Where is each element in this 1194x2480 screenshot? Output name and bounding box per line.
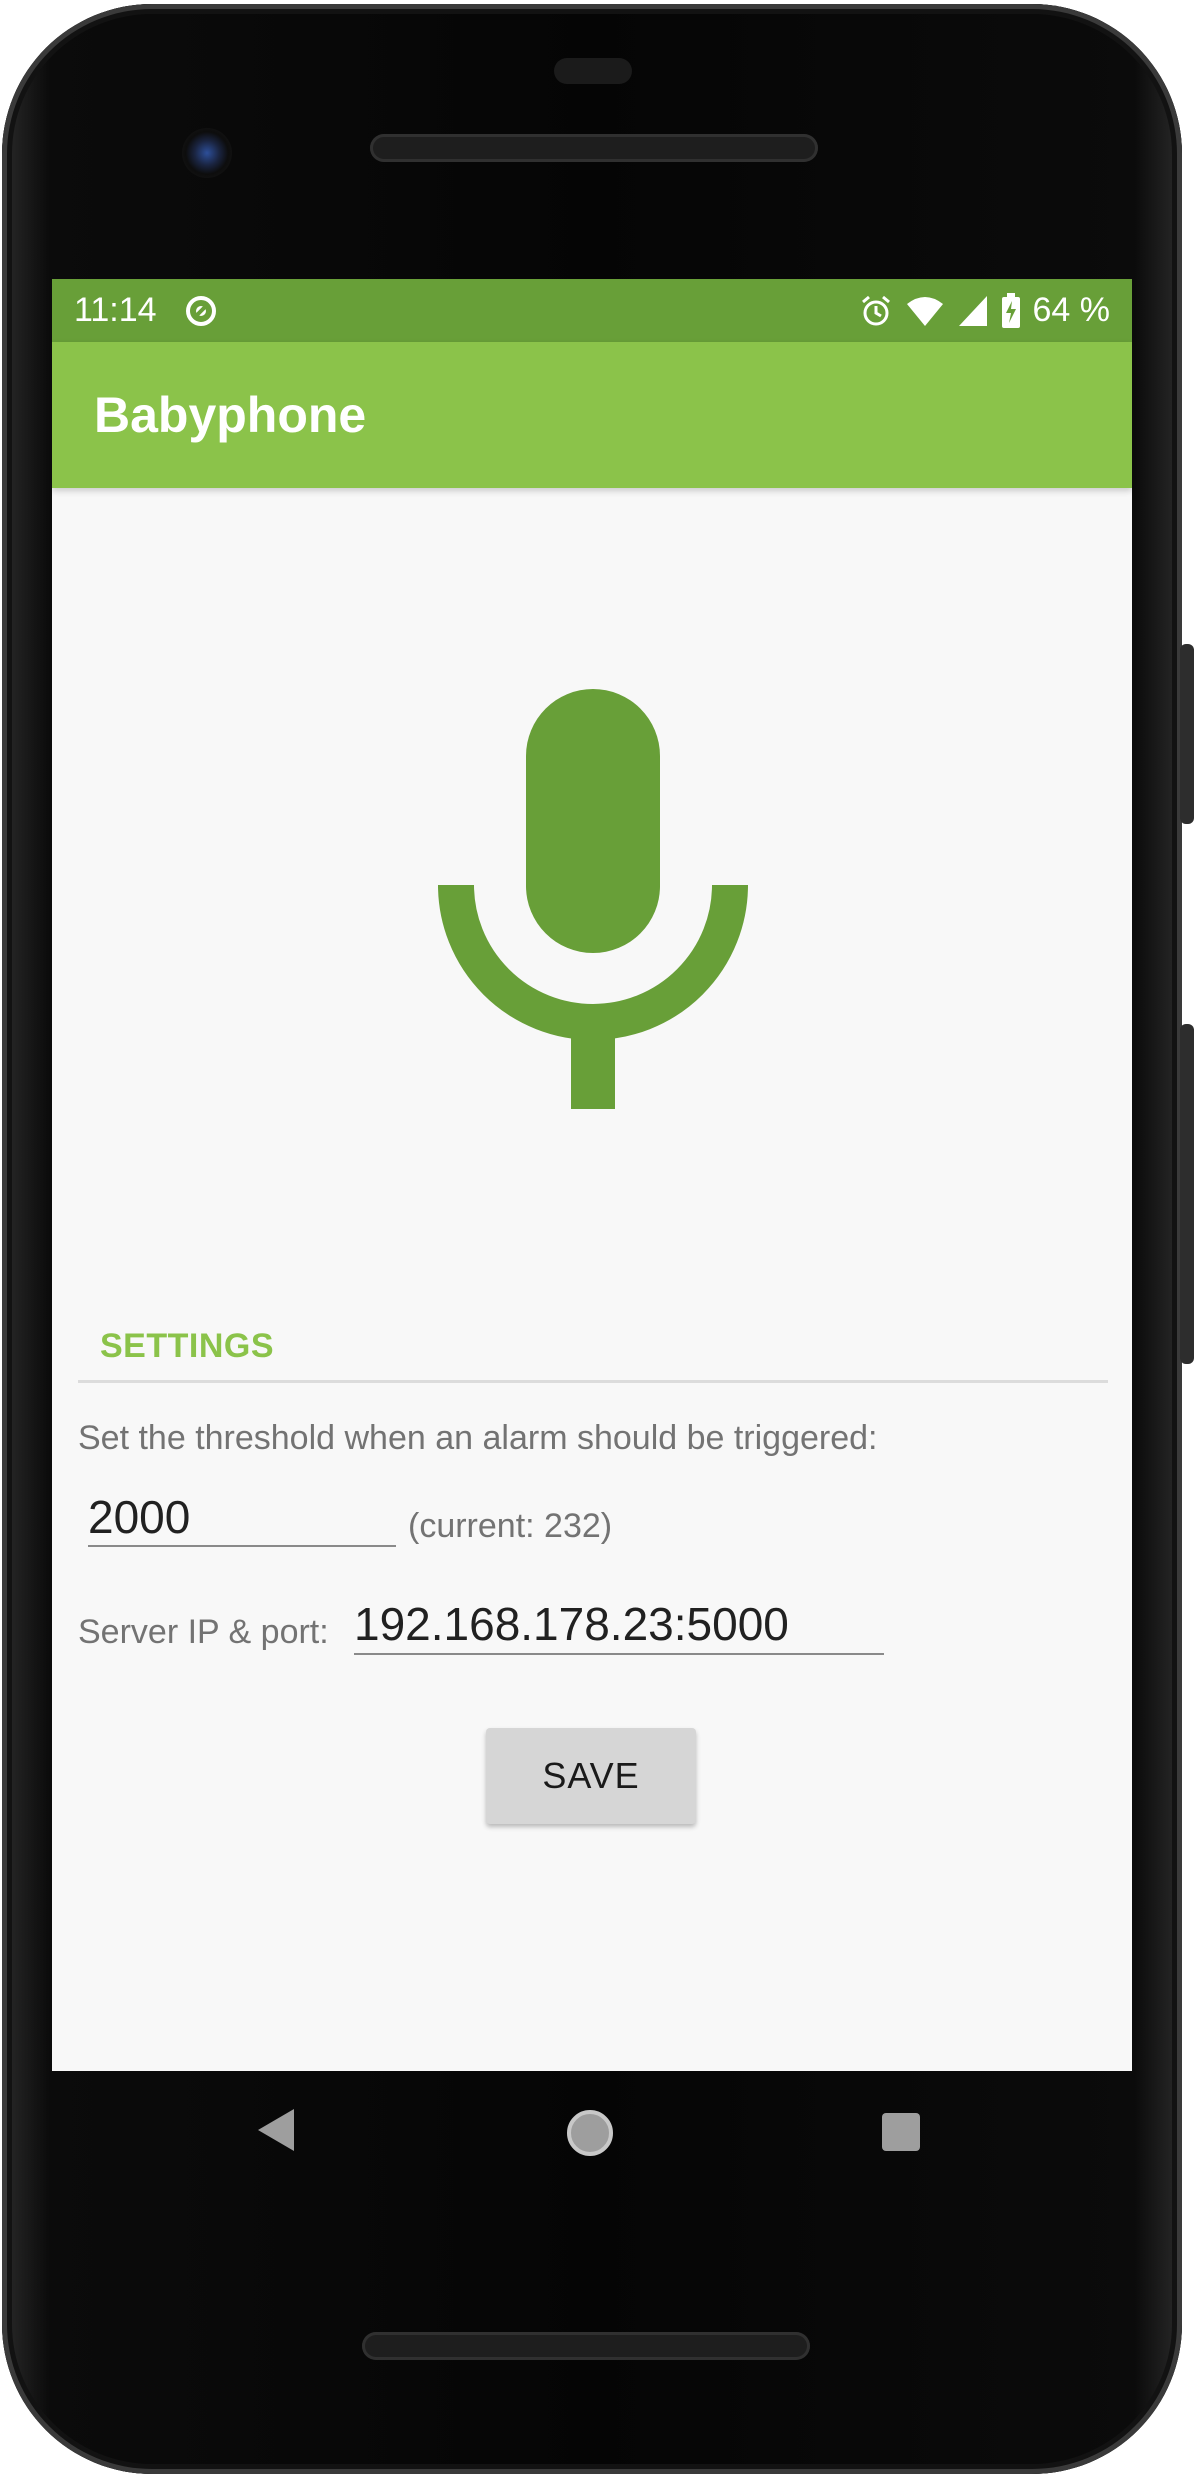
threshold-input[interactable]: 2000 [88,1489,396,1547]
app-bar: Babyphone [52,342,1132,488]
volume-button [1180,1024,1194,1364]
status-bar: 11:14 64 % [52,279,1132,342]
back-icon[interactable] [256,2107,296,2153]
sensor-slot [554,58,632,84]
cellular-signal-icon [958,295,987,326]
alarm-icon [861,295,890,325]
status-time: 11:14 [74,291,157,329]
section-divider [78,1380,1108,1383]
home-icon[interactable] [564,2107,616,2159]
front-camera [182,128,232,178]
app-title: Babyphone [94,387,367,443]
bottom-speaker [362,2332,810,2360]
earpiece-speaker [370,134,818,162]
sync-icon [185,295,216,326]
navigation-bar [52,2071,1132,2197]
battery-percentage: 64 % [1032,291,1111,329]
threshold-label: Set the threshold when an alarm should b… [78,1419,878,1457]
server-address-input[interactable]: 192.168.178.23:5000 [354,1595,884,1655]
server-label: Server IP & port: [78,1613,329,1651]
settings-section-header: SETTINGS [100,1327,275,1365]
app-screen: 11:14 64 % Babyphone SETTINGS Set the th… [52,279,1132,2071]
battery-charging-icon [1001,292,1020,328]
recents-icon[interactable] [880,2111,922,2153]
current-level-text: (current: 232) [408,1507,613,1545]
microphone-icon [438,689,748,1109]
power-button [1180,644,1194,824]
save-button[interactable]: SAVE [486,1728,696,1824]
wifi-icon [906,296,943,326]
